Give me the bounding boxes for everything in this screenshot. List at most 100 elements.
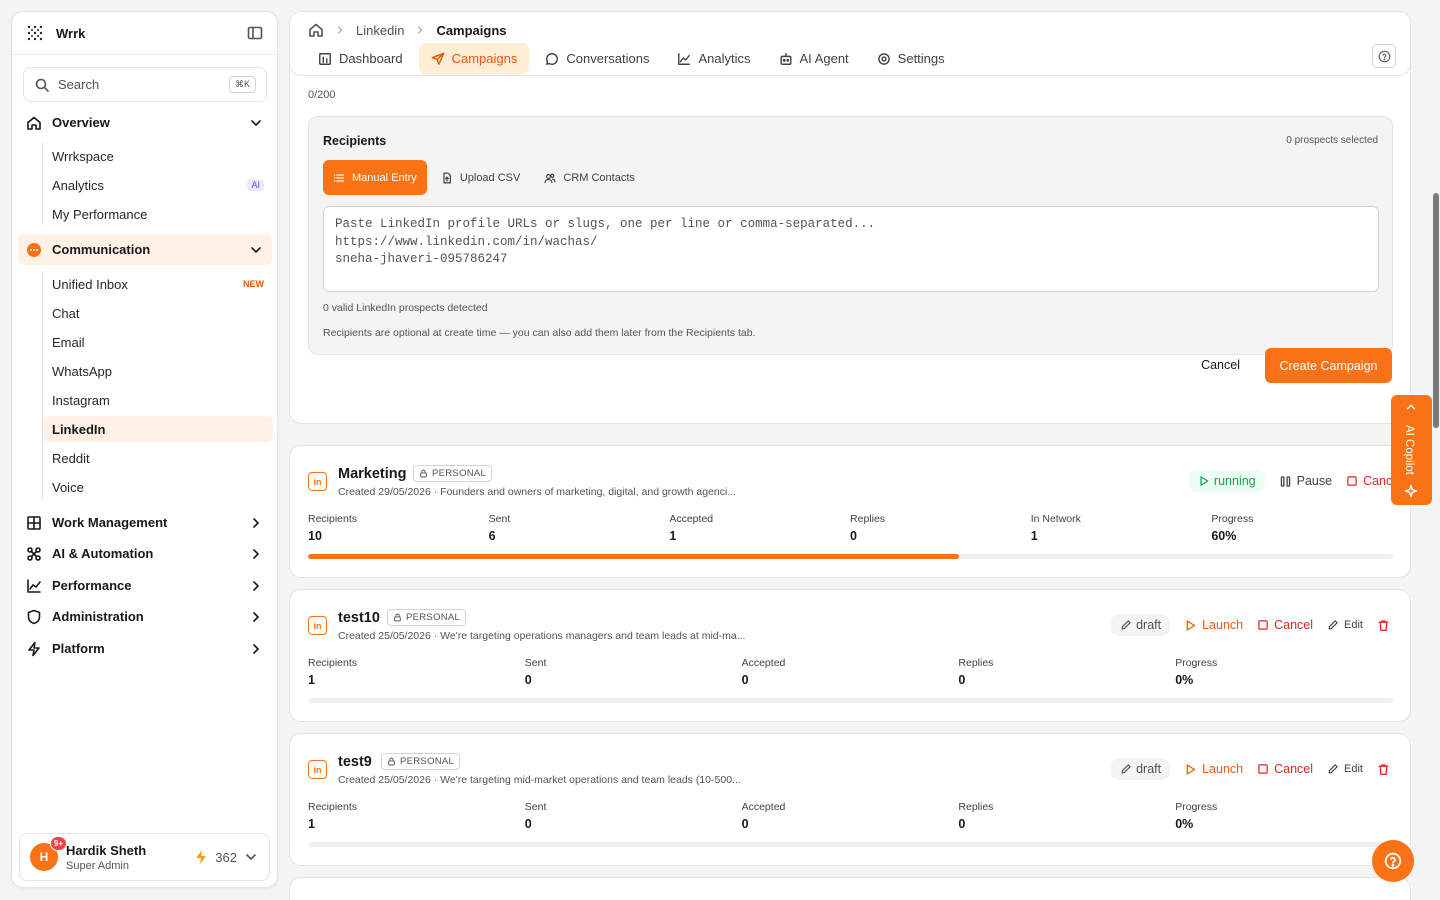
sidebar-item-my-performance[interactable]: My Performance [43,201,273,227]
nav-group-performance[interactable]: Performance [18,570,272,601]
pause-button[interactable]: Pause [1279,474,1332,488]
tab-conversations[interactable]: Conversations [533,43,661,74]
create-campaign-button[interactable]: Create Campaign [1265,348,1392,383]
stat-label: Replies [958,657,994,669]
chat-bubble-icon [26,242,42,258]
stat-label: In Network [1030,513,1081,525]
chevron-right-icon [248,515,264,531]
sidebar-item-reddit[interactable]: Reddit [43,445,273,471]
stat-label: Recipients [308,657,358,669]
sidebar-item-instagram[interactable]: Instagram [43,387,273,413]
pencil-icon [1120,619,1132,631]
edit-button[interactable]: Edit [1327,619,1363,631]
nav-group-platform[interactable]: Platform [18,633,272,664]
stat-value: 0 [524,673,532,687]
help-fab[interactable] [1372,840,1414,882]
recipients-title: Recipients [323,134,387,148]
launch-button[interactable]: Launch [1184,618,1243,632]
nav-group-work-management[interactable]: Work Management [18,507,272,538]
stat-progress: Progress 0% [1175,801,1392,831]
nav-group-communication[interactable]: Communication [18,234,272,265]
home-icon[interactable] [308,22,324,38]
delete-button[interactable] [1377,619,1390,632]
campaign-card[interactable]: in test10 PERSONAL Created 25/05/2026 · … [289,589,1411,722]
sidebar-item-chat[interactable]: Chat [43,300,273,326]
lightning-icon [193,849,209,865]
campaign-description: Created 25/05/2026 · We're targeting mid… [338,774,741,786]
sidebar-item-voice[interactable]: Voice [43,474,273,500]
breadcrumb: Linkedin Campaigns [308,22,507,38]
trash-icon [1377,763,1390,776]
stat-sent: Sent 0 [525,657,742,687]
stat-value: 1 [308,817,315,831]
campaign-actions: draft Launch Cancel Edit [1111,614,1390,636]
chevron-right-icon [248,546,264,562]
stat-value: 0% [1175,673,1194,687]
sidebar-item-email[interactable]: Email [43,329,273,355]
sidebar-item-wrrkspace[interactable]: Wrrkspace [43,143,273,169]
sidebar: Wrrk Search ⌘K Overview Wrrkspace Analyt… [11,11,278,888]
mode-label: Upload CSV [459,171,521,184]
stat-value: 60% [1211,529,1237,543]
linkedin-icon: in [308,616,327,635]
help-button[interactable] [1372,44,1396,68]
stat-value: 0 [958,817,966,831]
status-badge: draft [1111,614,1171,636]
ai-badge: AI [247,179,264,191]
status-label: running [1213,474,1256,488]
tab-ai-agent[interactable]: AI Agent [767,43,861,74]
credits-value: 362 [215,849,237,865]
help-icon [1384,852,1402,870]
stat-label: Accepted [741,801,786,813]
cancel-campaign-button[interactable]: Cancel [1257,762,1313,776]
tab-dashboard[interactable]: Dashboard [306,43,415,74]
sidebar-item-linkedin[interactable]: LinkedIn [43,416,273,442]
notification-badge: 9+ [49,836,67,851]
stat-progress: Progress 0% [1175,657,1392,687]
upload-csv-button[interactable]: Upload CSV [431,160,531,195]
sidebar-item-label: Unified Inbox [52,276,128,292]
automation-icon [26,546,42,562]
breadcrumb-parent[interactable]: Linkedin [356,23,404,38]
campaign-name: Marketing [338,466,407,482]
user-menu[interactable]: H 9+ Hardik Sheth Super Admin 362 [19,833,270,881]
stat-sent: Sent 6 [489,513,670,543]
ai-copilot-tab[interactable]: AI Copilot [1391,395,1432,505]
stat-label: Recipients [308,513,358,525]
status-label: draft [1136,618,1162,632]
stat-value: 1 [308,673,315,687]
sidebar-item-analytics[interactable]: Analytics AI [43,172,273,198]
nav-group-administration[interactable]: Administration [18,601,272,632]
campaign-card[interactable]: in test9 PERSONAL Created 25/05/2026 · W… [289,733,1411,866]
tab-settings[interactable]: Settings [865,43,957,74]
stat-label: Progress [1211,513,1254,525]
launch-button[interactable]: Launch [1184,762,1243,776]
edit-button[interactable]: Edit [1327,763,1363,775]
profiles-textarea[interactable]: Paste LinkedIn profile URLs or slugs, on… [323,206,1379,292]
tab-analytics[interactable]: Analytics [665,43,762,74]
nav-group-overview[interactable]: Overview [18,107,272,138]
sidebar-item-label: Voice [52,479,84,495]
campaign-card[interactable] [289,877,1411,900]
cancel-button[interactable]: Cancel [1201,358,1240,372]
pencil-icon [1327,619,1339,631]
crm-contacts-button[interactable]: CRM Contacts [534,160,645,195]
stat-recipients: Recipients 1 [308,657,525,687]
tab-campaigns[interactable]: Campaigns [418,43,530,74]
sidebar-item-unified-inbox[interactable]: Unified Inbox NEW [43,271,273,297]
scrollbar[interactable] [1433,193,1439,428]
nav-group-ai-automation[interactable]: AI & Automation [18,538,272,569]
manual-entry-button[interactable]: Manual Entry [323,160,427,195]
stat-label: Replies [850,513,886,525]
sidebar-item-whatsapp[interactable]: WhatsApp [43,358,273,384]
delete-button[interactable] [1377,763,1390,776]
stat-value: 1 [1030,529,1038,543]
stat-value: 0 [850,529,857,543]
stat-label: Sent [524,657,547,669]
cancel-campaign-button[interactable]: Cancel [1257,618,1313,632]
nav-group-label: Platform [52,641,105,656]
sidebar-toggle-icon[interactable] [247,25,263,41]
campaign-card[interactable]: in Marketing PERSONAL Created 29/05/2026… [289,445,1411,578]
search-input[interactable]: Search ⌘K [23,67,267,102]
scope-badge: PERSONAL [413,465,493,482]
